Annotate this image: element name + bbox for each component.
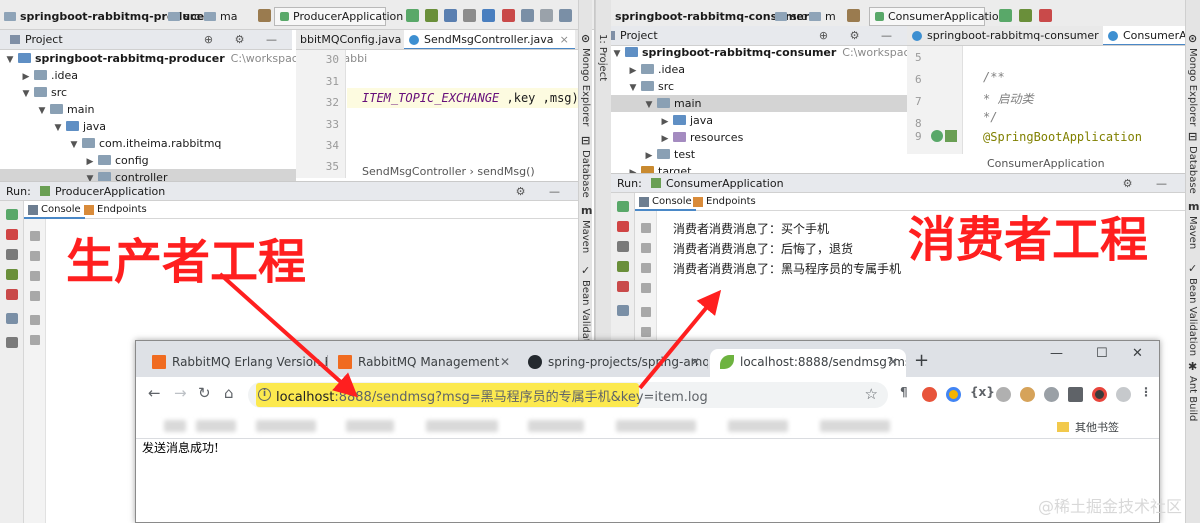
arrow-producer-to-url xyxy=(218,272,358,398)
arrow-url-to-consumer xyxy=(638,289,722,390)
annotation-arrows xyxy=(218,272,722,398)
watermark: @稀土掘金技术社区 xyxy=(1037,497,1182,516)
